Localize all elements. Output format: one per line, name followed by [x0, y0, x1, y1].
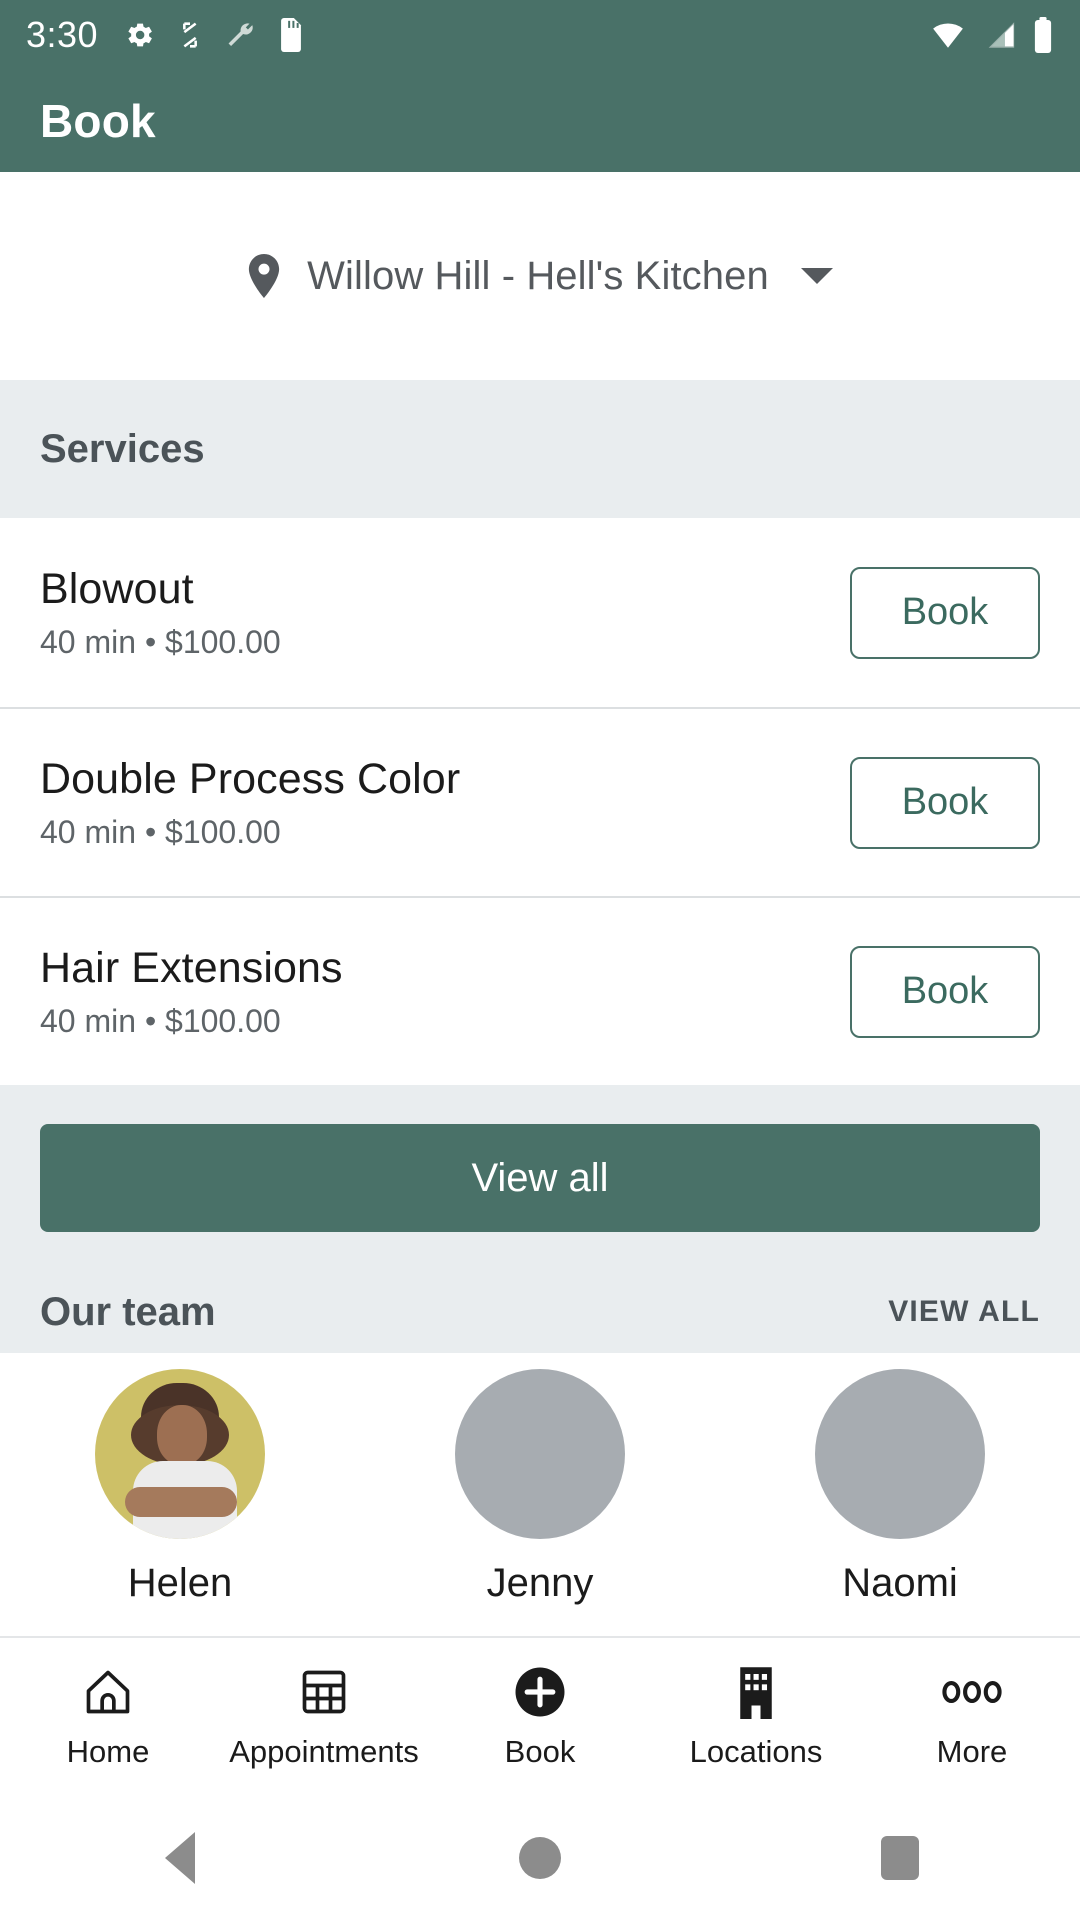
service-meta: 40 min • $100.00: [40, 813, 281, 850]
status-bar-system-icons: [928, 17, 1054, 53]
avatar: [815, 1369, 985, 1539]
more-dots-icon: [941, 1664, 1003, 1720]
services-view-all-container: View all: [0, 1085, 1080, 1271]
status-bar: 3:30: [0, 0, 1080, 70]
services-section-title: Services: [40, 426, 205, 471]
nav-item-more[interactable]: More: [864, 1664, 1080, 1770]
location-selector[interactable]: Willow Hill - Hell's Kitchen: [0, 172, 1080, 380]
map-pin-icon: [249, 254, 280, 298]
team-member-name: Naomi: [842, 1561, 958, 1605]
team-member-name: Jenny: [486, 1561, 594, 1605]
phone-screen: 3:30 Book Willow Hill - Hell's Kitchen S…: [0, 0, 1080, 1920]
service-book-button[interactable]: Book: [850, 945, 1040, 1038]
chevron-down-icon[interactable]: [800, 268, 833, 284]
service-row[interactable]: Hair Extensions 40 min • $100.00 Book: [0, 896, 1080, 1085]
location-name: Willow Hill - Hell's Kitchen: [307, 253, 769, 298]
team-member-name: Helen: [127, 1561, 233, 1605]
calendar-grid-icon: [297, 1664, 351, 1720]
app-bar: Book: [0, 70, 1080, 172]
service-row[interactable]: Blowout 40 min • $100.00 Book: [0, 518, 1080, 707]
page-title: Book: [40, 95, 156, 147]
status-bar-notification-icons: [122, 18, 304, 52]
nav-label-locations: Locations: [689, 1734, 823, 1769]
team-member[interactable]: Helen: [0, 1369, 360, 1606]
service-name: Blowout: [40, 564, 194, 613]
avatar: [455, 1369, 625, 1539]
resize-icon: [183, 22, 198, 48]
plus-circle-icon: [512, 1664, 568, 1720]
android-system-nav: [0, 1796, 1080, 1920]
service-row[interactable]: Double Process Color 40 min • $100.00 Bo…: [0, 707, 1080, 896]
system-home-button[interactable]: [360, 1837, 720, 1879]
wifi-icon: [933, 23, 963, 48]
bottom-navigation-bar: Home Appointments Book Locations More: [0, 1636, 1080, 1796]
system-recents-button[interactable]: [720, 1836, 1080, 1880]
service-info: Blowout 40 min • $100.00: [40, 565, 281, 661]
team-section-title: Our team: [40, 1289, 216, 1334]
home-icon: [80, 1664, 136, 1720]
team-section-header: Our team VIEW ALL: [0, 1271, 1080, 1353]
service-info: Hair Extensions 40 min • $100.00: [40, 944, 343, 1040]
service-meta: 40 min • $100.00: [40, 1002, 281, 1039]
team-view-all-link[interactable]: VIEW ALL: [888, 1295, 1040, 1329]
avatar-face-shape: [157, 1405, 207, 1465]
team-members-strip[interactable]: Helen Jenny Naomi: [0, 1353, 1080, 1605]
nav-label-appointments: Appointments: [229, 1734, 419, 1769]
services-view-all-button[interactable]: View all: [40, 1124, 1040, 1232]
service-info: Double Process Color 40 min • $100.00: [40, 755, 460, 851]
system-back-button[interactable]: [0, 1832, 360, 1884]
service-book-button[interactable]: Book: [850, 756, 1040, 849]
sdcard-icon: [281, 18, 301, 52]
avatar: [95, 1369, 265, 1539]
home-circle-icon: [519, 1837, 561, 1879]
nav-item-locations[interactable]: Locations: [648, 1664, 864, 1770]
recents-square-icon: [881, 1836, 919, 1880]
building-icon: [732, 1664, 780, 1720]
team-member[interactable]: Naomi: [720, 1369, 1080, 1606]
cellular-signal-icon: [988, 22, 1015, 48]
service-meta: 40 min • $100.00: [40, 623, 281, 660]
services-list: Blowout 40 min • $100.00 Book Double Pro…: [0, 518, 1080, 1085]
wrench-icon: [228, 23, 253, 47]
team-member[interactable]: Jenny: [360, 1369, 720, 1606]
avatar-arm-shape: [125, 1487, 237, 1517]
gear-icon: [128, 23, 152, 47]
nav-item-appointments[interactable]: Appointments: [216, 1664, 432, 1770]
service-name: Double Process Color: [40, 754, 461, 803]
service-book-button[interactable]: Book: [850, 566, 1040, 659]
service-name: Hair Extensions: [40, 943, 343, 992]
nav-label-book: Book: [504, 1734, 576, 1769]
nav-item-home[interactable]: Home: [0, 1664, 216, 1770]
nav-item-book[interactable]: Book: [432, 1664, 648, 1770]
status-bar-clock: 3:30: [26, 14, 99, 55]
services-section-header: Services: [0, 380, 1080, 518]
back-triangle-icon: [165, 1832, 195, 1884]
battery-icon: [1034, 17, 1052, 53]
nav-label-more: More: [936, 1734, 1008, 1769]
nav-label-home: Home: [66, 1734, 150, 1769]
